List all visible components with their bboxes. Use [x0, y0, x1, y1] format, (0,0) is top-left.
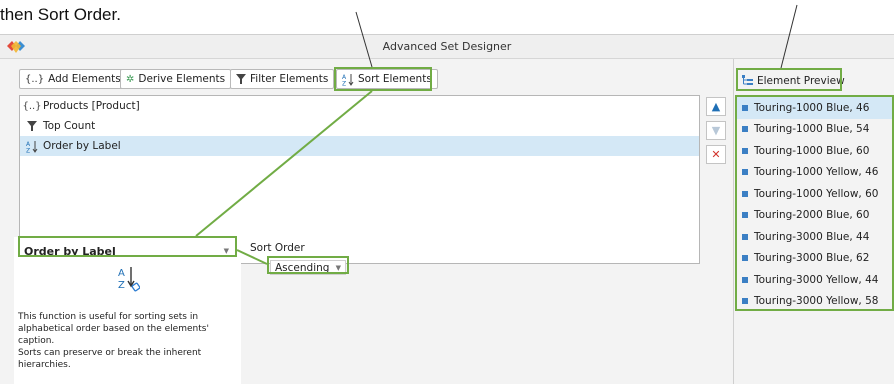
add-elements-button[interactable]: {..} Add Elements — [19, 69, 127, 89]
function-description: This function is useful for sorting sets… — [18, 311, 237, 371]
square-bullet-icon — [742, 212, 748, 219]
list-item-top-count[interactable]: Top Count — [20, 116, 699, 136]
sort-order-label: Sort Order — [250, 242, 305, 254]
preview-item-label: Touring-1000 Blue, 46 — [754, 101, 870, 114]
tutorial-caption: then Sort Order. — [0, 5, 121, 24]
list-item-label: Top Count — [43, 120, 96, 132]
list-item-products[interactable]: {..} Products [Product] — [20, 96, 699, 116]
square-bullet-icon — [742, 276, 748, 283]
preview-item-label: Touring-3000 Blue, 44 — [754, 230, 870, 243]
preview-item-label: Touring-1000 Yellow, 60 — [754, 187, 879, 200]
function-dropdown[interactable]: Order by Label ▼ — [20, 243, 233, 259]
square-bullet-icon — [742, 190, 748, 197]
filter-elements-label: Filter Elements — [250, 73, 329, 85]
preview-item[interactable]: Touring-1000 Blue, 54 — [736, 119, 894, 141]
funnel-icon — [25, 121, 39, 131]
svg-text:Z: Z — [26, 147, 30, 153]
svg-text:Z: Z — [342, 80, 346, 86]
svg-text:Z: Z — [118, 280, 125, 291]
gear-icon: ✲ — [126, 73, 135, 85]
preview-item-label: Touring-3000 Yellow, 44 — [754, 273, 879, 286]
preview-item-label: Touring-1000 Yellow, 46 — [754, 166, 879, 179]
function-dropdown-value: Order by Label — [24, 244, 116, 258]
svg-text:A: A — [118, 268, 125, 279]
preview-item[interactable]: Touring-1000 Yellow, 60 — [736, 183, 894, 205]
preview-item[interactable]: Touring-1000 Blue, 60 — [736, 140, 894, 162]
element-preview-list: Touring-1000 Blue, 46 Touring-1000 Blue,… — [736, 97, 894, 313]
panel-divider — [733, 59, 734, 384]
sort-elements-label: Sort Elements — [358, 73, 432, 85]
list-item-label: Order by Label — [43, 140, 121, 152]
triangle-down-icon: ▼ — [711, 124, 721, 137]
braces-icon: {..} — [22, 100, 42, 112]
element-preview-title: Element Preview — [757, 75, 845, 87]
sort-az-icon: A Z — [25, 140, 39, 153]
square-bullet-icon — [742, 104, 748, 111]
square-bullet-icon — [742, 255, 748, 262]
preview-item[interactable]: Touring-3000 Yellow, 44 — [736, 269, 894, 291]
square-bullet-icon — [742, 298, 748, 305]
sort-elements-button[interactable]: A Z Sort Elements — [336, 69, 438, 89]
preview-item[interactable]: Touring-3000 Blue, 62 — [736, 248, 894, 270]
preview-item-label: Touring-1000 Blue, 54 — [754, 123, 870, 136]
chevron-down-icon: ▼ — [223, 247, 229, 255]
preview-item-label: Touring-3000 Yellow, 58 — [754, 295, 879, 308]
preview-item-label: Touring-1000 Blue, 60 — [754, 144, 870, 157]
square-bullet-icon — [742, 126, 748, 133]
preview-item-label: Touring-3000 Blue, 62 — [754, 252, 870, 265]
window-title: Advanced Set Designer — [382, 40, 512, 53]
description-paragraph: Sorts can preserve or break the inherent… — [18, 348, 202, 370]
square-bullet-icon — [742, 147, 748, 154]
funnel-icon — [236, 74, 246, 84]
preview-item[interactable]: Touring-1000 Yellow, 46 — [736, 162, 894, 184]
braces-icon: {..} — [25, 73, 45, 85]
sort-order-value: Ascending — [275, 261, 330, 274]
chevron-down-icon: ▼ — [335, 263, 341, 272]
advanced-set-designer-window: Advanced Set Designer {..} Add Elements … — [0, 34, 894, 384]
sort-az-icon: A Z — [342, 73, 354, 86]
sort-order-dropdown[interactable]: Ascending ▼ — [270, 260, 346, 275]
preview-item[interactable]: Touring-1000 Blue, 46 — [736, 97, 894, 119]
derive-elements-button[interactable]: ✲ Derive Elements — [120, 69, 232, 89]
preview-item[interactable]: Touring-2000 Blue, 60 — [736, 205, 894, 227]
x-icon: ✕ — [711, 148, 721, 161]
square-bullet-icon — [742, 233, 748, 240]
delete-button[interactable]: ✕ — [706, 145, 726, 164]
sort-az-illustration-icon: A Z — [118, 267, 140, 292]
function-panel: Order by Label ▼ A Z This function is us… — [14, 237, 241, 384]
square-bullet-icon — [742, 169, 748, 176]
move-up-button[interactable]: ▲ — [706, 97, 726, 116]
add-elements-label: Add Elements — [48, 73, 121, 85]
preview-item[interactable]: Touring-3000 Yellow, 58 — [736, 291, 894, 313]
element-preview-header: Element Preview — [739, 72, 848, 90]
list-item-label: Products [Product] — [43, 100, 140, 112]
preview-item[interactable]: Touring-3000 Blue, 44 — [736, 226, 894, 248]
derive-elements-label: Derive Elements — [138, 73, 226, 85]
move-down-button[interactable]: ▼ — [706, 121, 726, 140]
triangle-up-icon: ▲ — [711, 100, 721, 113]
title-bar: Advanced Set Designer — [0, 35, 894, 59]
description-paragraph: This function is useful for sorting sets… — [18, 312, 209, 346]
preview-item-label: Touring-2000 Blue, 60 — [754, 209, 870, 222]
filter-elements-button[interactable]: Filter Elements — [230, 69, 335, 89]
hierarchy-icon — [742, 75, 753, 85]
list-item-order-by-label[interactable]: A Z Order by Label — [20, 136, 699, 156]
